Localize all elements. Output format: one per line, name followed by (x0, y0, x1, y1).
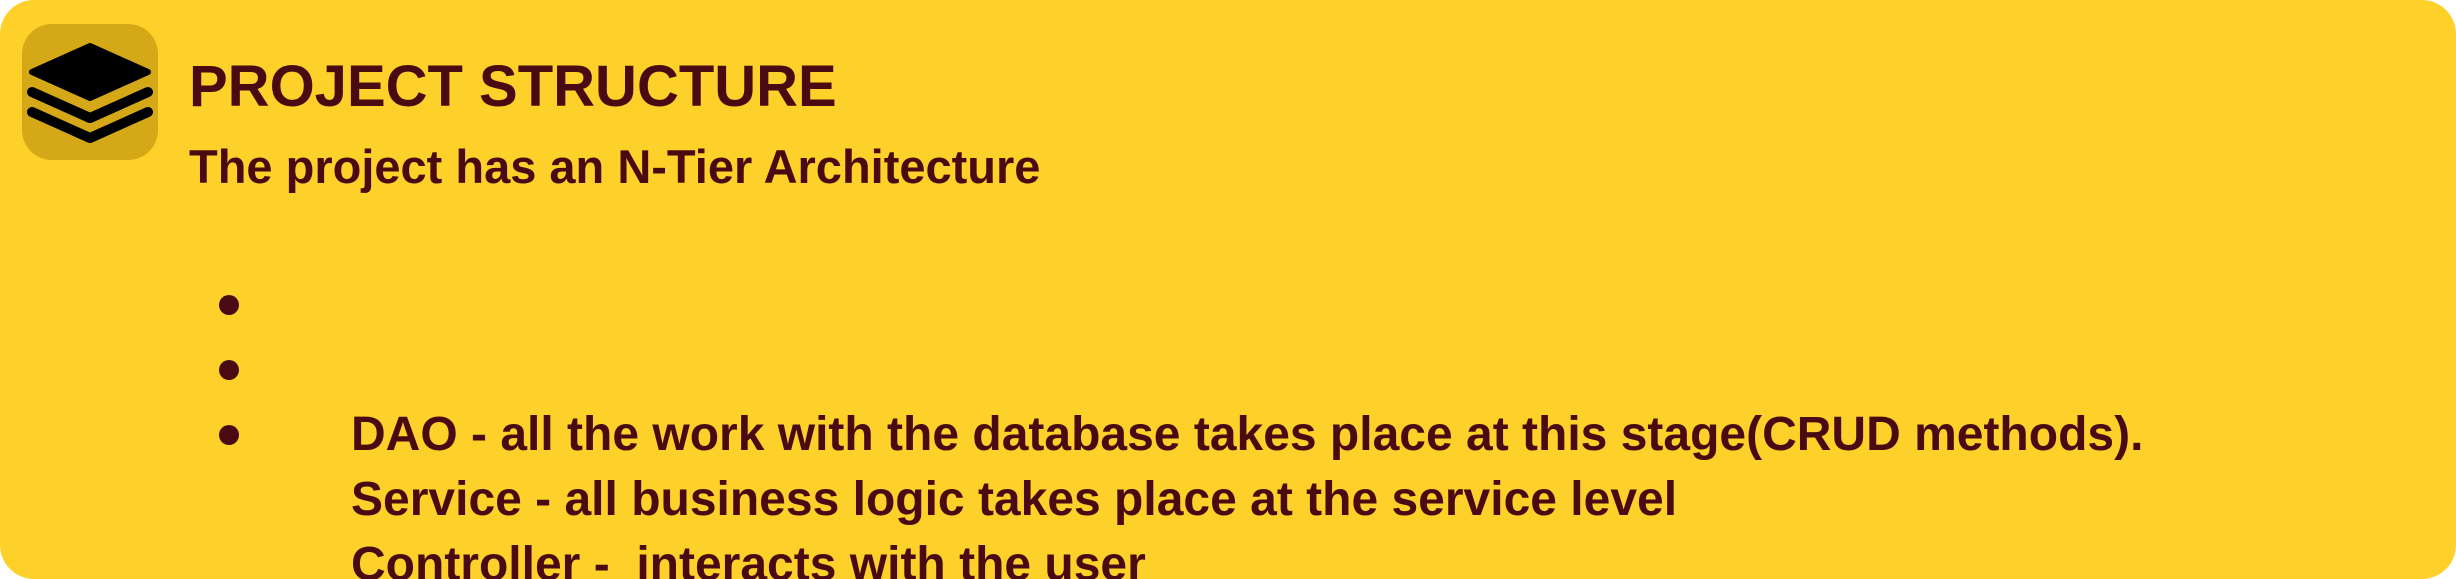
layers-icon (22, 24, 158, 160)
bullet-dot (219, 295, 239, 315)
list-item-text: Controller - interacts with the user (351, 538, 1146, 579)
list-item: DAO - all the work with the database tak… (215, 272, 2143, 461)
bullet-dot (219, 360, 239, 380)
list-item: Controller - interacts with the user (215, 402, 2143, 579)
list-item-text: Service - all business logic takes place… (351, 473, 1678, 526)
bullet-dot (219, 425, 239, 445)
card-title: PROJECT STRUCTURE (189, 54, 837, 119)
project-structure-card: PROJECT STRUCTURE The project has an N-T… (0, 0, 2456, 579)
list-item: Service - all business logic takes place… (215, 337, 2143, 526)
card-subtitle: The project has an N-Tier Architecture (189, 140, 1041, 193)
bullet-list: DAO - all the work with the database tak… (215, 272, 2143, 579)
